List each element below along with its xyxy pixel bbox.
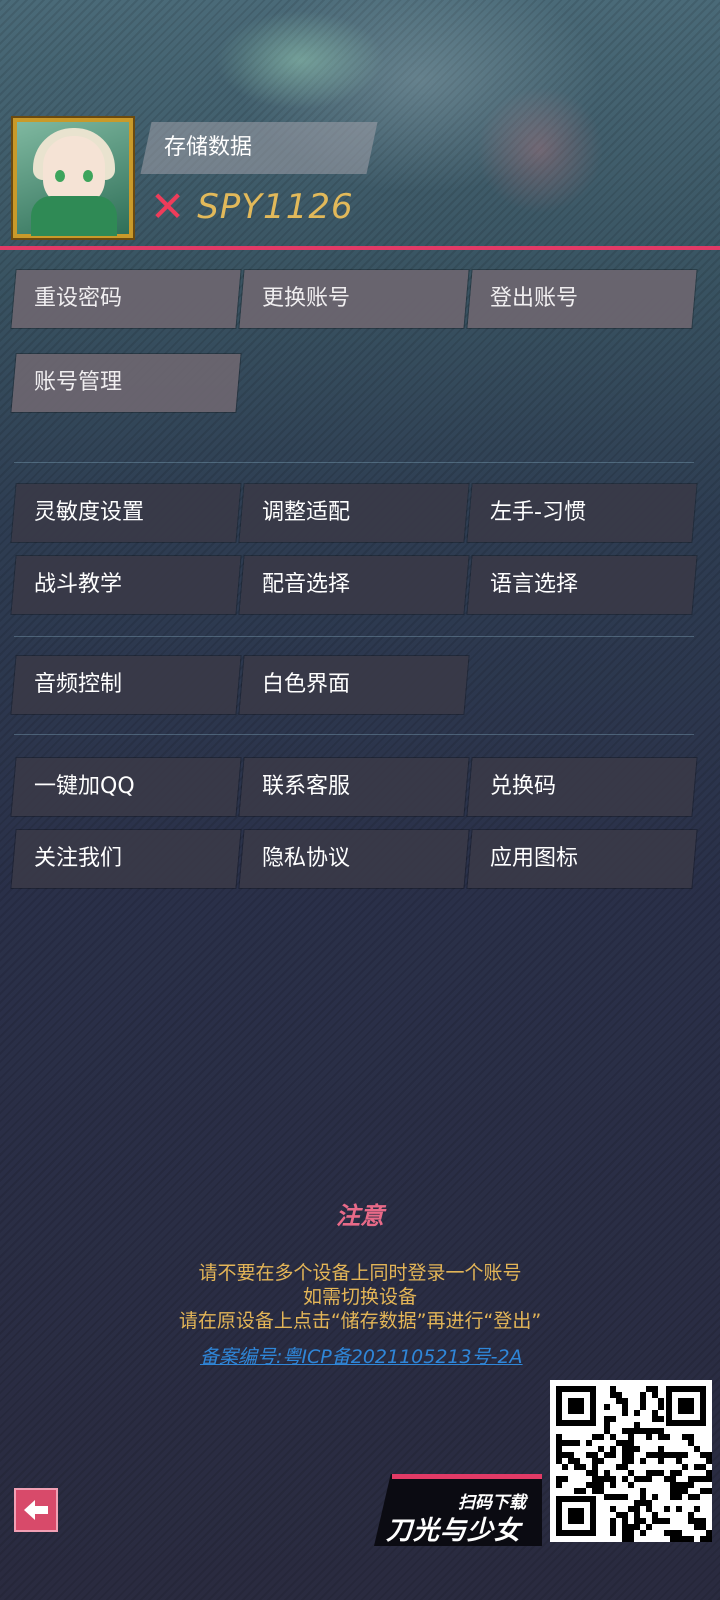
white-ui-button[interactable]: 白色界面 — [239, 656, 469, 714]
user-id-row: ✕ SPY1126 — [150, 182, 354, 232]
notice-line-1: 请不要在多个设备上同时登录一个账号 — [198, 1262, 522, 1284]
account-management-button[interactable]: 账号管理 — [11, 354, 241, 412]
save-data-label: 存储数据 — [164, 135, 253, 160]
save-data-button[interactable]: 存储数据 — [140, 122, 378, 174]
back-button[interactable] — [14, 1488, 58, 1532]
join-qq-button[interactable]: 一键加QQ — [11, 758, 241, 816]
section-divider — [14, 734, 694, 735]
privacy-policy-button[interactable]: 隐私协议 — [239, 830, 469, 888]
user-id: SPY1126 — [197, 187, 354, 227]
app-icon-button[interactable]: 应用图标 — [467, 830, 697, 888]
section-divider — [14, 462, 694, 463]
redeem-code-button[interactable]: 兑换码 — [467, 758, 697, 816]
switch-account-button[interactable]: 更换账号 — [239, 270, 469, 328]
combat-tutorial-button[interactable]: 战斗教学 — [11, 556, 241, 614]
header-divider — [0, 246, 720, 250]
reset-password-button[interactable]: 重设密码 — [11, 270, 241, 328]
adjust-fit-button[interactable]: 调整适配 — [239, 484, 469, 542]
notice-title: 注意 — [336, 1202, 384, 1230]
banner-accent — [392, 1474, 542, 1479]
sensitivity-settings-button[interactable]: 灵敏度设置 — [11, 484, 241, 542]
icp-record-link[interactable]: 备案编号:粤ICP备2021105213号-2A — [200, 1342, 523, 1369]
language-select-button[interactable]: 语言选择 — [467, 556, 697, 614]
back-arrow-icon — [24, 1500, 48, 1520]
contact-support-button[interactable]: 联系客服 — [239, 758, 469, 816]
section-divider — [14, 636, 694, 637]
logout-button[interactable]: 登出账号 — [467, 270, 697, 328]
notice-line-2: 如需切换设备 — [302, 1286, 417, 1308]
notice-line-3: 请在原设备上点击“储存数据”再进行“登出” — [178, 1310, 542, 1332]
left-hand-mode-button[interactable]: 左手-习惯 — [467, 484, 697, 542]
x-mark-icon: ✕ — [150, 182, 186, 231]
voice-select-button[interactable]: 配音选择 — [239, 556, 469, 614]
audio-control-button[interactable]: 音频控制 — [11, 656, 241, 714]
character-avatar-icon[interactable] — [13, 118, 133, 238]
follow-us-button[interactable]: 关注我们 — [11, 830, 241, 888]
qr-code-icon — [550, 1380, 712, 1542]
game-title-logo: 刀光与少女 — [386, 1516, 522, 1546]
